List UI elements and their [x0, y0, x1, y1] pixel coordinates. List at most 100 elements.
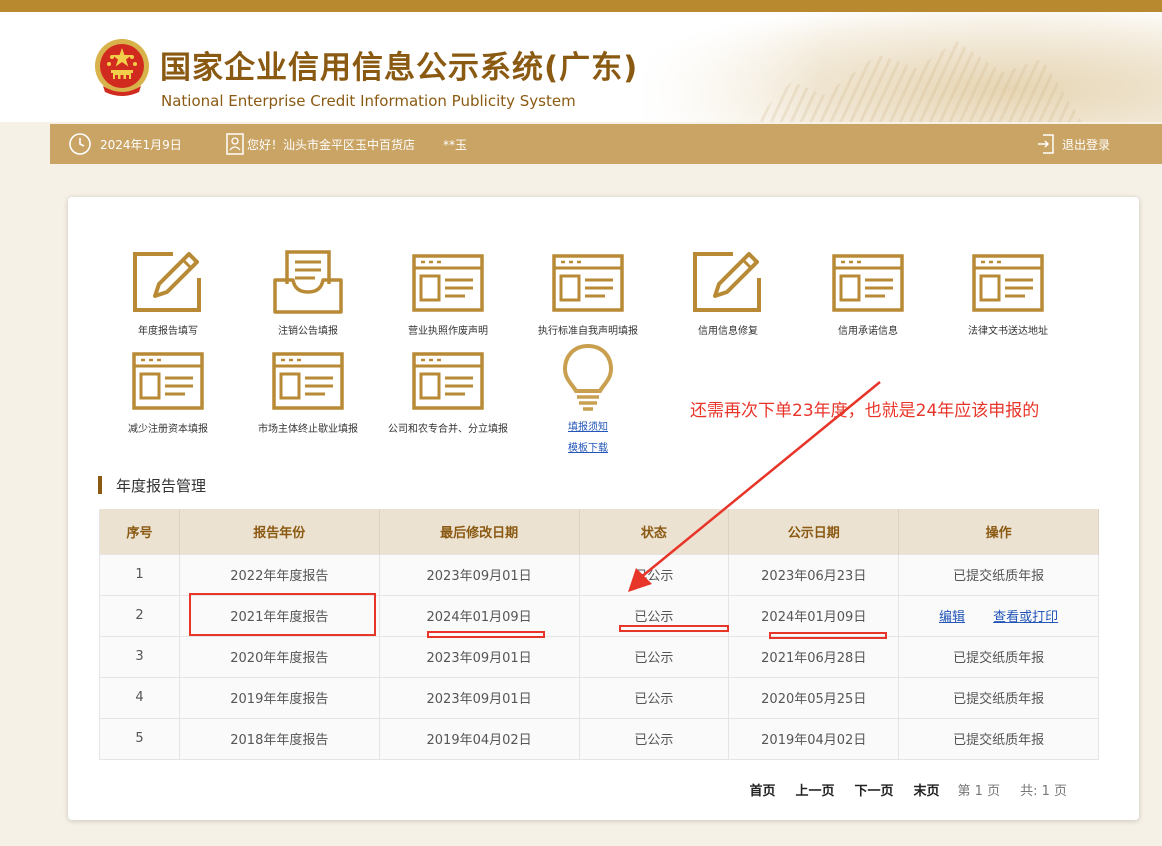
first-page-button[interactable]: 首页: [749, 780, 775, 799]
site-title: 国家企业信用信息公示系统(广东): [160, 50, 639, 86]
column-header: 报告年份: [179, 509, 380, 554]
status: 已公示: [579, 635, 730, 677]
status: 已公示: [579, 594, 730, 636]
column-header: 公示日期: [728, 509, 900, 554]
action-cell: 编辑 查看或打印: [898, 594, 1099, 636]
report-year: 2018年年度报告: [179, 717, 380, 760]
row-number: 4: [99, 676, 180, 718]
tile-annual-report[interactable]: 年度报告填写: [98, 250, 238, 337]
national-emblem-icon: [95, 39, 149, 96]
published-date: 2024年01月09日: [728, 594, 900, 636]
modified-date: 2023年09月01日: [379, 553, 580, 595]
tile-label: 年度报告填写: [138, 326, 198, 337]
page-total: 共: 1 页: [1020, 784, 1067, 799]
help-tile: 填报须知 模板下载: [518, 342, 658, 454]
prev-page-button[interactable]: 上一页: [795, 780, 834, 799]
tile-credit-commitment[interactable]: 信用承诺信息: [798, 250, 938, 337]
section-marker: [98, 476, 102, 494]
pencil-edit-icon: [693, 252, 761, 312]
last-page-button[interactable]: 末页: [914, 780, 940, 799]
tile-cancellation-notice[interactable]: 注销公告填报: [238, 250, 378, 337]
tile-label: 公司和农专合并、分立填报: [388, 424, 508, 435]
table-row: 1 2022年年度报告 2023年09月01日 已公示 2023年06月23日 …: [99, 553, 1099, 595]
page-info: 第 1 页: [957, 784, 1001, 799]
table-row: 5 2018年年度报告 2019年04月02日 已公示 2019年04月02日 …: [99, 717, 1099, 760]
logout-label: 退出登录: [1062, 137, 1111, 152]
form-window-icon: [972, 254, 1044, 312]
report-year: 2022年年度报告: [179, 553, 380, 595]
site-header: 国家企业信用信息公示系统(广东) National Enterprise Cre…: [0, 12, 1162, 122]
modified-date: 2024年01月09日: [379, 594, 580, 636]
user-navbar: 2024年1月9日 您好！汕头市金平区玉中百货店 **玉 退出登录: [50, 124, 1162, 164]
column-header: 状态: [579, 509, 730, 554]
instructions-link[interactable]: 填报须知: [518, 418, 658, 433]
tile-label: 注销公告填报: [278, 326, 338, 337]
published-date: 2020年05月25日: [728, 676, 900, 718]
row-number: 5: [99, 717, 180, 760]
user-name: **玉: [443, 137, 468, 152]
form-window-icon: [272, 352, 344, 410]
column-header: 序号: [99, 509, 180, 554]
user-badge-icon: [226, 133, 244, 155]
pencil-edit-icon: [133, 252, 201, 312]
lightbulb-icon: [562, 343, 614, 411]
top-accent-bar: [0, 0, 1162, 12]
table-row: 3 2020年年度报告 2023年09月01日 已公示 2021年06月28日 …: [99, 635, 1099, 677]
action-text: 已提交纸质年报: [898, 635, 1099, 677]
tile-label: 执行标准自我声明填报: [538, 326, 638, 337]
status: 已公示: [579, 676, 730, 718]
next-page-button[interactable]: 下一页: [855, 780, 894, 799]
status: 已公示: [579, 717, 730, 760]
date-display: 2024年1月9日: [68, 124, 182, 164]
view-print-link[interactable]: 查看或打印: [993, 610, 1058, 625]
tile-standard-declaration[interactable]: 执行标准自我声明填报: [518, 250, 658, 337]
modified-date: 2023年09月01日: [379, 676, 580, 718]
row-number: 1: [99, 553, 180, 595]
site-title-english: National Enterprise Credit Information P…: [161, 92, 576, 110]
annotation-note: 还需再次下单23年度，也就是24年应该申报的: [690, 401, 1040, 421]
form-window-icon: [832, 254, 904, 312]
tile-legal-address[interactable]: 法律文书送达地址: [938, 250, 1078, 337]
published-date: 2021年06月28日: [728, 635, 900, 677]
tile-merger-split[interactable]: 公司和农专合并、分立填报: [378, 348, 518, 435]
column-header: 操作: [898, 509, 1099, 554]
tile-label: 减少注册资本填报: [128, 424, 208, 435]
report-year: 2019年年度报告: [179, 676, 380, 718]
published-date: 2023年06月23日: [728, 553, 900, 595]
form-window-icon: [132, 352, 204, 410]
row-number: 3: [99, 635, 180, 677]
modified-date: 2019年04月02日: [379, 717, 580, 760]
pagination: 首页 上一页 下一页 末页 第 1 页 共: 1 页: [729, 780, 1067, 799]
tile-label: 法律文书送达地址: [968, 326, 1048, 337]
annual-report-table: 序号 报告年份 最后修改日期 状态 公示日期 操作 1 2022年年度报告 20…: [99, 509, 1099, 760]
row-number: 2: [99, 594, 180, 636]
action-text: 已提交纸质年报: [898, 717, 1099, 760]
report-year: 2021年年度报告: [179, 594, 380, 636]
greeting: 您好！汕头市金平区玉中百货店 **玉: [225, 124, 467, 164]
tile-credit-repair[interactable]: 信用信息修复: [658, 250, 798, 337]
edit-link[interactable]: 编辑: [939, 610, 965, 625]
tile-reduce-capital[interactable]: 减少注册资本填报: [98, 348, 238, 435]
tile-label: 信用承诺信息: [838, 326, 898, 337]
current-date: 2024年1月9日: [100, 137, 182, 152]
form-window-icon: [552, 254, 624, 312]
tile-suspension[interactable]: 市场主体终止歇业填报: [238, 348, 378, 435]
tile-label: 市场主体终止歇业填报: [258, 424, 358, 435]
table-header-row: 序号 报告年份 最后修改日期 状态 公示日期 操作: [99, 509, 1099, 554]
clock-icon: [69, 133, 91, 155]
section-title-text: 年度报告管理: [116, 476, 207, 495]
form-window-icon: [412, 254, 484, 312]
logout-icon: [1038, 134, 1054, 154]
table-row: 2 2021年年度报告 2024年01月09日 已公示 2024年01月09日 …: [99, 594, 1099, 636]
template-download-link[interactable]: 模板下载: [518, 439, 658, 454]
logout-button[interactable]: 退出登录: [1036, 124, 1110, 164]
action-text: 已提交纸质年报: [898, 676, 1099, 718]
section-title: 年度报告管理: [98, 476, 207, 495]
report-year: 2020年年度报告: [179, 635, 380, 677]
inbox-document-icon: [273, 250, 343, 314]
tile-label: 信用信息修复: [698, 326, 758, 337]
table-row: 4 2019年年度报告 2023年09月01日 已公示 2020年05月25日 …: [99, 676, 1099, 718]
status: 已公示: [579, 553, 730, 595]
greeting-text: 您好！汕头市金平区玉中百货店: [247, 137, 416, 152]
tile-license-void[interactable]: 营业执照作废声明: [378, 250, 518, 337]
